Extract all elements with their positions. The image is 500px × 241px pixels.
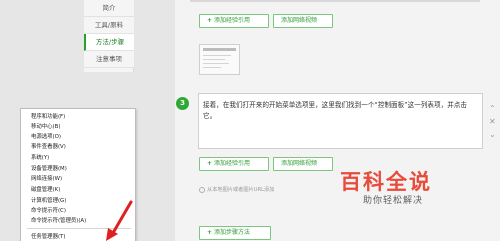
add-step-label: 添加步骤方法 xyxy=(214,229,251,236)
menu-item-event-viewer[interactable]: 事件查看器(V) xyxy=(31,142,66,150)
thumbnail-line xyxy=(203,55,231,56)
menu-item-mobility-center[interactable]: 移动中心(B) xyxy=(31,122,60,130)
image-upload-hint-text: 从本地图片或者图片URL添加 xyxy=(207,187,275,193)
add-quote-label: 添加经验引用 xyxy=(214,160,251,167)
add-video-label: 添加网络视频 xyxy=(281,160,318,167)
thumbnail-line xyxy=(203,67,221,68)
menu-item-task-manager[interactable]: 任务管理器(T) xyxy=(31,232,65,240)
watermark-subtitle: 助你轻松解决 xyxy=(363,196,424,206)
menu-item-power-options[interactable]: 电源选项(O) xyxy=(31,132,61,140)
thumbnail-header xyxy=(203,48,236,51)
watermark-title: 百科全说 xyxy=(340,170,432,194)
add-quote-button[interactable]: + 添加经验引用 xyxy=(199,14,269,28)
add-video-button[interactable]: 添加网络视频 xyxy=(273,157,333,171)
add-step-button[interactable]: + 添加步骤方法 xyxy=(199,226,271,240)
menu-item-command-prompt-admin[interactable]: 命令提示符(管理员)(A) xyxy=(31,216,86,224)
top-border xyxy=(190,0,480,2)
thumbnail-line xyxy=(203,59,225,60)
menu-item-computer-management[interactable]: 计算机管理(G) xyxy=(31,196,66,204)
step-number-badge: 3 xyxy=(176,97,189,110)
tab-intro[interactable]: 简介 xyxy=(84,0,134,17)
tab-notes[interactable]: 注意事项 xyxy=(84,51,134,68)
menu-item-programs[interactable]: 程序和功能(F) xyxy=(31,112,65,120)
tab-label: 方法/步骤 xyxy=(95,38,125,46)
red-arrow-icon xyxy=(106,200,133,241)
tab-tools[interactable]: 工具/原料 xyxy=(84,17,134,34)
menu-item-command-prompt[interactable]: 命令提示符(C) xyxy=(31,206,66,214)
image-upload-hint[interactable]: 从本地图片或者图片URL添加 xyxy=(199,186,274,195)
add-video-button[interactable]: 添加网络视频 xyxy=(273,14,333,28)
plus-icon: + xyxy=(207,229,213,236)
chevron-down-icon[interactable]: ⌄ xyxy=(489,130,496,139)
tab-steps[interactable]: 方法/步骤 xyxy=(84,34,134,51)
add-quote-button[interactable]: + 添加经验引用 xyxy=(199,157,269,171)
close-icon[interactable]: ✕ xyxy=(489,117,496,126)
add-video-label: 添加网络视频 xyxy=(281,17,318,24)
add-quote-label: 添加经验引用 xyxy=(214,17,251,24)
step-image-thumbnail[interactable] xyxy=(199,44,240,75)
chevron-up-icon[interactable]: ⌃ xyxy=(489,104,496,113)
menu-item-network[interactable]: 网络连接(W) xyxy=(31,174,62,182)
section-tabs: 简介 工具/原料 方法/步骤 注意事项 xyxy=(84,0,134,72)
tab-label: 工具/原料 xyxy=(94,21,124,29)
step-text-editor[interactable]: 接着，在我们打开来的开始菜单选项里，这里我们找到一个“控制面板”这一列表项，并点… xyxy=(198,93,483,149)
menu-item-system[interactable]: 系统(Y) xyxy=(31,153,49,161)
menu-item-disk-management[interactable]: 磁盘管理(K) xyxy=(31,185,60,193)
plus-icon: + xyxy=(207,17,213,24)
tab-label: 简介 xyxy=(102,4,116,12)
step-text: 接着，在我们打开来的开始菜单选项里，这里我们找到一个“控制面板”这一列表项，并点… xyxy=(203,101,467,120)
menu-item-device-manager[interactable]: 设备管理器(M) xyxy=(31,164,67,172)
tab-label: 注意事项 xyxy=(96,55,122,63)
plus-icon: + xyxy=(207,160,213,167)
image-icon xyxy=(199,186,205,193)
thumbnail-line xyxy=(203,63,229,64)
